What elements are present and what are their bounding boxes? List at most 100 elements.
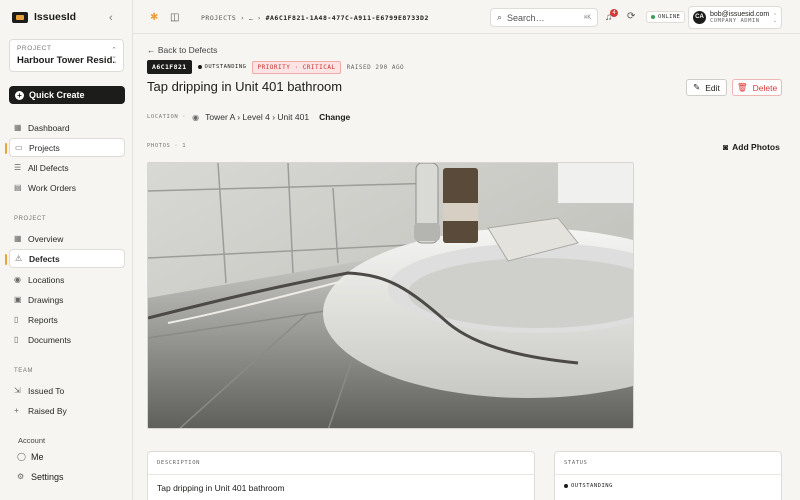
quick-create-button[interactable]: + Quick Create bbox=[9, 86, 125, 104]
search-input[interactable]: ⌕ Search… ⌘K bbox=[490, 8, 598, 27]
project-switcher-name: Harbour Tower Resid... bbox=[17, 55, 116, 66]
sidebar-item-label: Work Orders bbox=[28, 182, 77, 193]
file-icon: ▯ bbox=[14, 314, 19, 324]
map-pin-icon: ◉ bbox=[192, 112, 200, 122]
user-menu[interactable]: CA bob@issuesid.com COMPANY ADMIN ⌃ ⌄ bbox=[688, 6, 782, 29]
breadcrumb-projects[interactable]: PROJECTS bbox=[201, 14, 236, 22]
sidebar-item-issued-to[interactable]: ⇲ Issued To bbox=[9, 381, 125, 400]
pencil-icon: ✎ bbox=[693, 82, 701, 92]
status-badge: OUTSTANDING bbox=[197, 64, 247, 70]
grid-icon: ▦ bbox=[14, 233, 22, 243]
account-item-label: Settings bbox=[31, 472, 64, 482]
search-placeholder: Search… bbox=[507, 12, 545, 23]
camera-icon: ◙ bbox=[723, 142, 729, 152]
image-icon: ▣ bbox=[14, 294, 22, 304]
sidebar-item-drawings[interactable]: ▣ Drawings bbox=[9, 290, 125, 309]
delete-button[interactable]: 🗑 Delete bbox=[732, 79, 782, 96]
status-dot-icon bbox=[197, 65, 202, 69]
refresh-icon[interactable]: ⟳ bbox=[627, 11, 635, 22]
delete-label: Delete bbox=[752, 82, 778, 93]
add-photos-label: Add Photos bbox=[732, 142, 780, 152]
breadcrumb-separator: › bbox=[240, 14, 245, 22]
sidebar-item-label: All Defects bbox=[28, 162, 69, 173]
description-header: DESCRIPTION bbox=[148, 452, 534, 475]
sidebar-item-all-defects[interactable]: ☰ All Defects bbox=[9, 158, 125, 177]
defect-id-badge: A6C1F821 bbox=[147, 60, 192, 74]
list-icon: ☰ bbox=[14, 162, 22, 172]
notification-badge: 4 bbox=[610, 9, 618, 17]
search-icon: ⌕ bbox=[497, 12, 503, 22]
photos-label: PHOTOS · 1 bbox=[147, 143, 187, 149]
sparkle-icon[interactable]: ✱ bbox=[150, 12, 158, 23]
alert-icon: ⚠ bbox=[15, 253, 23, 263]
sidebar-item-label: Drawings bbox=[28, 294, 64, 305]
page-title: Tap dripping in Unit 401 bathroom bbox=[147, 79, 343, 94]
quick-create-label: Quick Create bbox=[29, 90, 85, 100]
location-path: Tower A › Level 4 › Unit 401 bbox=[205, 112, 310, 122]
user-email: bob@issuesid.com bbox=[710, 11, 770, 18]
account-item-me[interactable]: ◯ Me bbox=[17, 452, 44, 462]
folder-icon: ▭ bbox=[15, 142, 23, 152]
map-pin-icon: ◉ bbox=[14, 274, 21, 284]
description-text: Tap dripping in Unit 401 bathroom bbox=[157, 483, 285, 493]
location-row: LOCATION · ◉ Tower A › Level 4 › Unit 40… bbox=[147, 112, 350, 122]
sidebar-item-label: Raised By bbox=[28, 405, 67, 416]
sidebar-item-defects[interactable]: ⚠ Defects bbox=[5, 249, 125, 268]
status-value-label: OUTSTANDING bbox=[571, 483, 613, 489]
sidebar-item-label: Issued To bbox=[28, 385, 65, 396]
sidebar: IssuesId ‹ PROJECT Harbour Tower Resid..… bbox=[0, 0, 133, 500]
sidebar-item-documents[interactable]: ▯ Documents bbox=[9, 330, 125, 349]
clipboard-icon: ▤ bbox=[14, 182, 22, 192]
account-item-label: Me bbox=[31, 452, 44, 462]
breadcrumb: PROJECTS › … › #A6C1F821-1A48-477C-A911-… bbox=[201, 14, 429, 22]
collapse-sidebar-icon[interactable]: ‹ bbox=[109, 12, 113, 24]
chevron-updown-icon: ⌃ ⌄ bbox=[772, 13, 777, 24]
sidebar-item-reports[interactable]: ▯ Reports bbox=[9, 310, 125, 329]
user-icon: ◯ bbox=[17, 452, 26, 461]
online-status-badge: ONLINE bbox=[646, 11, 686, 23]
back-link-label: Back to Defects bbox=[157, 45, 218, 55]
location-label: LOCATION · bbox=[147, 114, 187, 120]
sidebar-item-dashboard[interactable]: ▦ Dashboard bbox=[9, 118, 125, 137]
sidebar-item-label: Dashboard bbox=[28, 122, 70, 133]
chevron-updown-icon: ⌃ ⌄ bbox=[111, 47, 117, 60]
sidebar-item-label: Locations bbox=[28, 274, 65, 285]
arrow-left-icon: ← bbox=[147, 45, 156, 55]
status-dot-icon bbox=[564, 484, 568, 488]
project-switcher-label: PROJECT bbox=[17, 45, 52, 52]
priority-badge: PRIORITY · CRITICAL bbox=[252, 60, 341, 74]
breadcrumb-ellipsis[interactable]: … bbox=[249, 14, 253, 22]
defect-photo[interactable] bbox=[147, 162, 634, 429]
sidebar-item-label: Documents bbox=[28, 334, 71, 345]
status-label: OUTSTANDING bbox=[204, 64, 247, 70]
edit-button[interactable]: ✎ Edit bbox=[686, 79, 727, 96]
status-value: OUTSTANDING bbox=[555, 475, 781, 497]
section-label-project: PROJECT bbox=[14, 216, 47, 222]
add-photos-button[interactable]: ◙ Add Photos bbox=[723, 142, 780, 152]
document-icon: ▯ bbox=[14, 334, 19, 344]
project-switcher[interactable]: PROJECT Harbour Tower Resid... ⌃ ⌄ bbox=[9, 39, 124, 72]
brand[interactable]: IssuesId bbox=[12, 11, 76, 23]
change-location-button[interactable]: Change bbox=[319, 112, 350, 122]
edit-label: Edit bbox=[705, 82, 720, 93]
sidebar-toggle-icon[interactable]: ◫ bbox=[170, 12, 179, 23]
online-dot-icon bbox=[651, 15, 655, 19]
sidebar-item-label: Reports bbox=[28, 314, 58, 325]
sidebar-item-work-orders[interactable]: ▤ Work Orders bbox=[9, 178, 125, 197]
sidebar-item-locations[interactable]: ◉ Locations bbox=[9, 270, 125, 289]
account-item-settings[interactable]: ⚙ Settings bbox=[17, 472, 64, 482]
sidebar-item-overview[interactable]: ▦ Overview bbox=[9, 229, 125, 248]
avatar: CA bbox=[693, 11, 706, 24]
plus-icon: + bbox=[15, 90, 24, 100]
section-label-account: Account bbox=[18, 436, 46, 445]
logo-icon bbox=[12, 11, 28, 23]
back-to-defects-link[interactable]: ← Back to Defects bbox=[147, 45, 217, 55]
sidebar-item-projects[interactable]: ▭ Projects bbox=[5, 138, 125, 157]
status-card: STATUS OUTSTANDING bbox=[554, 451, 782, 500]
breadcrumb-current: #A6C1F821-1A48-477C-A911-E6799E8733D2 bbox=[265, 14, 429, 22]
sidebar-item-raised-by[interactable]: + Raised By bbox=[9, 401, 125, 420]
section-label-team: TEAM bbox=[14, 368, 34, 374]
sidebar-item-label: Defects bbox=[29, 253, 60, 264]
user-send-icon: ⇲ bbox=[14, 385, 21, 395]
description-card: DESCRIPTION Tap dripping in Unit 401 bat… bbox=[147, 451, 535, 500]
